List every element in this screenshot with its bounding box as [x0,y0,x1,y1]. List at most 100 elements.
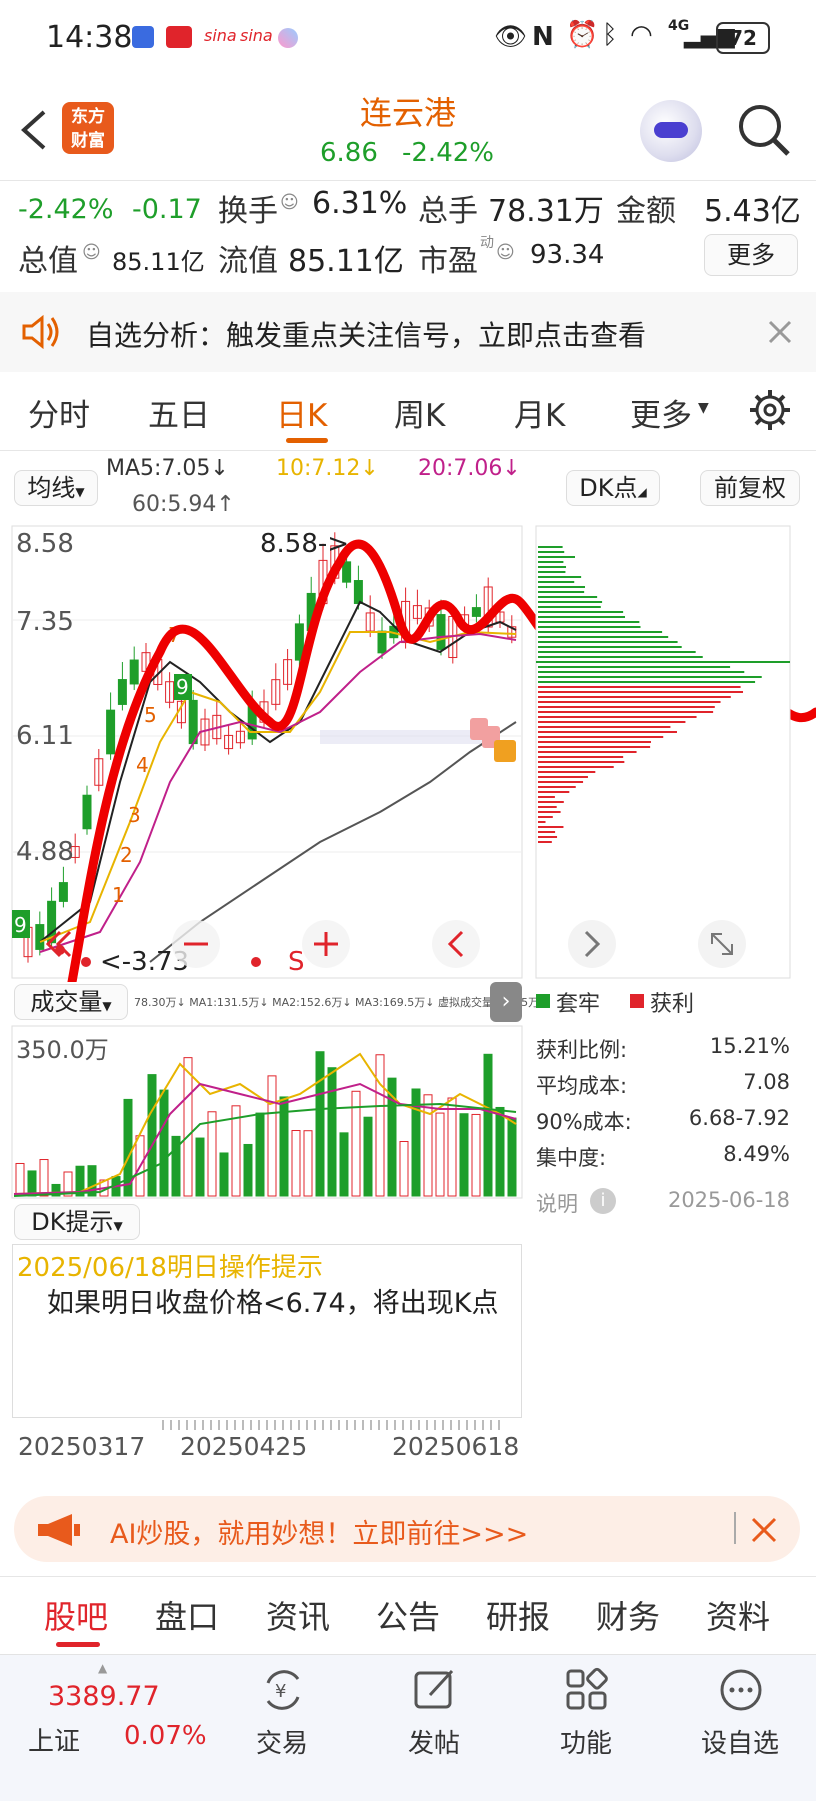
chip-bar [538,756,624,758]
chip-bar [538,746,651,748]
adjust-button[interactable]: 前复权 [700,470,800,506]
volume-selector[interactable]: 成交量▼ [14,984,128,1020]
search-icon[interactable] [736,102,792,158]
expand-right-button[interactable]: › [490,982,522,1022]
tab-more[interactable]: 更多 [630,390,692,435]
chip-bar [538,606,601,608]
dk-point-label: DK点 [579,474,638,502]
gear-icon[interactable] [748,388,792,432]
function-button[interactable]: 功能 [536,1667,636,1787]
zoom-in-button[interactable] [302,920,350,968]
index-name: 上证 [28,1727,81,1757]
trapped-label: 套牢 [556,992,601,1017]
volume-bar [459,1113,469,1197]
mcap-value: 85.11亿 [112,248,205,276]
pe-sup: 动 [480,235,494,251]
add-watchlist-button[interactable]: 设自选 [690,1667,790,1787]
close-icon[interactable] [750,1516,778,1544]
expand-button[interactable] [698,920,746,968]
chevron-down-icon: ▼ [698,400,709,416]
dk-hint-selector[interactable]: DK提示▼ [14,1204,140,1240]
volume-bar [339,1132,349,1197]
chip-bar [538,681,756,683]
footer-bar: ▲ 3389.77 上证 0.07% ¥ 交易 发帖 功能 设自选 [0,1654,816,1801]
chip-bar [538,791,570,793]
chip-bar [538,626,641,628]
tab-gonggao[interactable]: 公告 [376,1592,440,1638]
scroll-right-button[interactable] [568,920,616,968]
tab-ziliao[interactable]: 资料 [706,1592,770,1638]
chip-bar [538,821,546,823]
chip-stat-value: 6.68-7.92 [688,1106,790,1130]
y-axis-label: 7.35 [16,607,74,637]
close-icon[interactable] [768,320,792,344]
chip-bar [538,691,744,693]
dk-hint-selector-label: DK提示 [31,1208,114,1236]
volume-bar [483,1053,493,1197]
tab-wuri[interactable]: 五日 [148,390,210,435]
volume-bar [303,1130,313,1197]
chip-bar [538,651,696,653]
info-icon[interactable]: ☺ [496,242,515,263]
volume-bar [447,1097,457,1197]
chip-stat-label: 平均成本: [536,1074,628,1098]
tab-guba[interactable]: 股吧 [44,1592,108,1638]
ma-selector[interactable]: 均线▼ [14,470,98,506]
ai-banner[interactable]: AI炒股，就用妙想！立即前往>>> [14,1496,800,1562]
index-widget[interactable]: ▲ 3389.77 上证 0.07% [0,1655,207,1801]
post-button[interactable]: 发帖 [384,1667,484,1787]
date-label: 20250425 [180,1432,308,1461]
eye-icon: 👁 [494,22,528,52]
info-icon[interactable]: i [590,1188,616,1214]
chip-stat-label: 90%成本: [536,1110,632,1134]
volume-bar [195,1137,205,1197]
tab-yanbao[interactable]: 研报 [486,1592,550,1638]
info-icon[interactable]: ☺ [82,242,101,263]
chip-bar [538,726,671,728]
tab-fenshi[interactable]: 分时 [28,390,90,435]
sina-icon: sina [204,26,237,45]
tab-zixun[interactable]: 资讯 [266,1592,330,1638]
chip-bar [538,551,565,553]
kline-chart[interactable]: 8.58 7.35 6.11 4.88 8.58-> <-3.73 7 9 5 … [0,522,816,982]
chip-bar [538,776,588,778]
chip-bar [538,741,651,743]
more-quote-button[interactable]: 更多 [704,234,798,276]
tab-zhouk[interactable]: 周K [394,390,445,435]
y-axis-label: 6.11 [16,721,74,751]
signal-marker: 5 [144,703,157,727]
info-icon[interactable]: ☺ [280,192,299,213]
notice-bar[interactable]: 自选分析：触发重点关注信号，立即点击查看 [0,292,816,372]
zoom-out-button[interactable] [172,920,220,968]
scroll-left-button[interactable] [432,920,480,968]
chip-bar [538,706,715,708]
volume-bar [423,1094,433,1197]
function-label: 功能 [559,1729,612,1759]
chip-bar [538,836,558,838]
tab-yuek[interactable]: 月K [514,390,565,435]
chip-bar [538,841,552,843]
volume-axis-label: 350.0万 [16,1036,109,1064]
sina-icon: sina [240,26,273,45]
volume-bar [291,1130,301,1197]
chip-bar [538,801,564,803]
ma60: 60:5.94↑ [132,492,235,517]
turnover-label: 换手 [218,194,278,229]
megaphone-icon [38,1514,80,1546]
tab-pankou[interactable]: 盘口 [155,1592,219,1638]
chip-bar [538,816,553,818]
tab-caiwu[interactable]: 财务 [596,1592,660,1638]
volume-bar [39,1159,49,1197]
trade-button[interactable]: ¥ 交易 [232,1667,332,1787]
app-notification-icon [132,26,154,48]
volume-bar [159,1089,169,1197]
turnover-value: 6.31% [312,186,408,221]
ma-selector-label: 均线 [27,474,76,502]
volume-bar [399,1140,409,1197]
dk-point-button[interactable]: DK点◢ [566,470,660,506]
tab-rik[interactable]: 日K [276,390,327,435]
chip-stat-label: 获利比例: [536,1038,628,1062]
volume-chart[interactable]: 350.0万 [0,1024,530,1200]
ai-robot-icon[interactable] [640,100,702,162]
chip-bar [538,831,556,833]
